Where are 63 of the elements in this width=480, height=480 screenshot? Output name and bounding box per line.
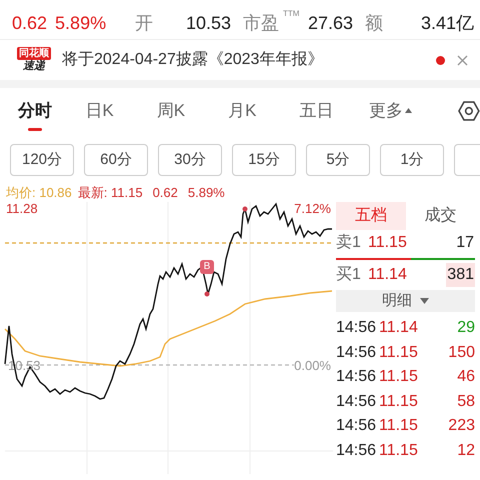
chart-tab[interactable]: 月K (228, 91, 300, 131)
caret-icon (404, 108, 412, 114)
chart-tab[interactable]: 日K (85, 91, 157, 131)
order-book-tab[interactable]: 五档 (336, 202, 406, 230)
logo-text: 速递 (23, 60, 45, 73)
trade-volume: 46 (457, 367, 475, 388)
chart-tab[interactable]: 五日 (300, 91, 369, 131)
change-value: 0.62 (12, 12, 48, 34)
order-volume: 17 (455, 233, 475, 253)
stat-value: 10.53 (184, 12, 231, 34)
buy-point-dot (204, 292, 210, 296)
order-price: 11.15 (368, 233, 408, 253)
price-label: 11.28 (6, 200, 38, 218)
percent-label: 7.12% (294, 200, 331, 218)
stat-value: 3.41亿 (420, 12, 474, 34)
average-price: 均价: 10.86 (6, 184, 72, 202)
order-label: 买1 (336, 265, 362, 285)
trade-time: 14:56 (336, 367, 378, 388)
settings-icon[interactable] (458, 100, 480, 122)
order-label: 卖1 (336, 232, 362, 253)
change-percent: 5.89% (55, 12, 106, 34)
superscript-label: TTM (283, 8, 300, 20)
order-price: 11.14 (368, 265, 408, 285)
period-button[interactable]: 60分 (84, 144, 148, 176)
trade-volume: 150 (448, 342, 475, 363)
trade-volume: 223 (448, 416, 475, 436)
detail-toggle[interactable]: 明细 (336, 290, 475, 312)
trade-price: 11.15 (379, 392, 419, 412)
trade-volume: 29 (457, 318, 475, 338)
trade-time: 14:56 (336, 342, 378, 363)
period-button[interactable]: 30分 (158, 144, 222, 176)
stat-label: 市盈 (243, 12, 279, 34)
order-book-tab[interactable]: 成交 (406, 202, 475, 230)
trade-volume: 12 (457, 440, 475, 461)
chart-tab[interactable]: 周K (156, 91, 228, 131)
period-button[interactable]: 15分 (232, 144, 296, 176)
trade-price: 11.15 (379, 416, 419, 436)
high-point-dot (242, 206, 248, 212)
order-volume: 381 (446, 263, 475, 287)
stat-label: 额 (365, 12, 383, 34)
chart-tab[interactable]: 分时 (18, 91, 86, 131)
trade-price: 11.15 (379, 440, 419, 461)
change-percent: 5.89% (188, 184, 225, 202)
caret-icon (420, 298, 429, 304)
period-button[interactable]: 1分 (380, 144, 444, 176)
trade-time: 14:56 (336, 416, 378, 436)
trade-volume: 58 (457, 392, 475, 412)
period-button[interactable]: 120分 (10, 144, 74, 176)
close-icon[interactable] (457, 54, 468, 66)
stat-label: 开 (135, 12, 153, 34)
trade-time: 14:56 (336, 440, 378, 461)
change-value: 0.62 (152, 184, 178, 202)
chart-tab[interactable]: 更多 (368, 91, 458, 131)
trade-time: 14:56 (336, 392, 378, 412)
latest-price: 最新: 11.15 (78, 184, 143, 202)
notice-text[interactable]: 将于2024-04-27披露《2023年年报》 (62, 48, 436, 72)
buy-marker: B (200, 260, 214, 274)
logo-text: 同花顺 (17, 47, 51, 60)
trade-time: 14:56 (336, 318, 378, 338)
trade-price: 11.15 (379, 367, 419, 388)
period-button[interactable]: 5分 (306, 144, 370, 176)
trade-price: 11.14 (379, 318, 419, 338)
trade-price: 11.15 (379, 342, 419, 363)
